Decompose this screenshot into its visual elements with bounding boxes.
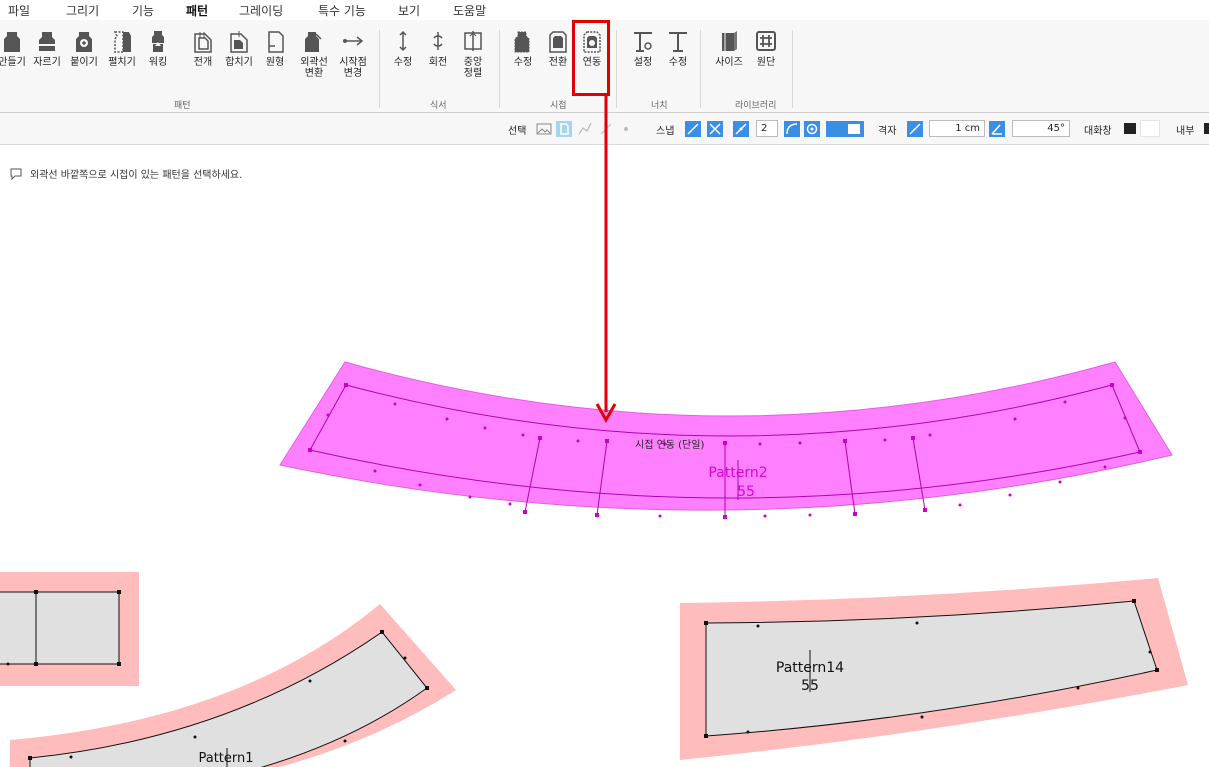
- pattern2-size: 55: [737, 484, 755, 500]
- pattern-cut-icon: [39, 32, 55, 51]
- inner-toggle[interactable]: [1204, 123, 1209, 134]
- pattern-expand-icon: [194, 32, 212, 53]
- group-label-notch: 너치: [651, 101, 668, 111]
- pattern2-piece[interactable]: Pattern2 55 시접 연동 (단일): [279, 361, 1173, 519]
- grid-label: 격자: [878, 126, 897, 137]
- pattern14-piece[interactable]: Pattern14 55: [680, 578, 1188, 760]
- grainline-rotate-button[interactable]: 회전: [418, 28, 458, 68]
- pattern-merge-icon: [230, 31, 248, 53]
- group-label-library: 라이브러리: [735, 101, 777, 111]
- seam-convert-icon: [549, 31, 567, 53]
- instruction-prompt: 외곽선 바깥쪽으로 시접이 있는 패턴을 선택하세요.: [10, 166, 242, 181]
- original-button[interactable]: 원형: [255, 28, 295, 68]
- fabric-library-button[interactable]: 원단: [746, 28, 786, 68]
- unfold-button[interactable]: 펼치기: [102, 28, 142, 68]
- arrow-right-icon: [343, 36, 364, 46]
- snap-toggle[interactable]: [826, 121, 864, 137]
- menu-special-function[interactable]: 특수 기능: [318, 2, 366, 19]
- snap-label: 스냅: [656, 126, 675, 137]
- inner-label: 내부: [1176, 126, 1195, 137]
- notch-set-icon: [634, 32, 652, 52]
- select-curve-icon[interactable]: [577, 121, 593, 137]
- menu-help[interactable]: 도움말: [453, 2, 486, 19]
- snap-center-icon[interactable]: [804, 121, 820, 137]
- group-separator: [499, 30, 500, 108]
- outline-convert-icon: [305, 32, 322, 52]
- cut-button[interactable]: 자르기: [27, 28, 67, 68]
- snap-line-icon[interactable]: [685, 121, 701, 137]
- seam-edit-button[interactable]: 수정: [503, 28, 543, 68]
- seam-edit-icon: [514, 31, 530, 53]
- highlight-box: [572, 20, 610, 96]
- pattern-walking-icon: [152, 31, 164, 52]
- angle-input[interactable]: [1012, 120, 1070, 137]
- menu-draw[interactable]: 그리기: [66, 2, 99, 19]
- dialog-color-box: [1140, 120, 1160, 137]
- speech-bubble-icon: [10, 168, 22, 180]
- seam-link-tooltip: 시접 연동 (단일): [635, 439, 704, 451]
- group-separator: [379, 30, 380, 108]
- angle-icon[interactable]: [989, 121, 1005, 137]
- center-align-button[interactable]: 중앙 정렬: [453, 28, 493, 79]
- notch-edit-button[interactable]: 수정: [658, 28, 698, 68]
- outline-convert-button[interactable]: 외곽선 변환: [294, 28, 334, 79]
- menu-function[interactable]: 기능: [132, 2, 154, 19]
- menu-file[interactable]: 파일: [8, 2, 30, 19]
- pattern2-name: Pattern2: [708, 465, 767, 481]
- select-point-icon[interactable]: [618, 121, 634, 137]
- select-pattern-icon[interactable]: [556, 121, 572, 137]
- menu-view[interactable]: 보기: [398, 2, 420, 19]
- prompt-text: 외곽선 바깥쪽으로 시접이 있는 패턴을 선택하세요.: [30, 170, 243, 181]
- dialog-label: 대화창: [1084, 126, 1112, 137]
- grainline-edit-icon: [399, 30, 407, 52]
- walking-button[interactable]: 워킹: [138, 28, 178, 68]
- pattern-create-icon: [4, 32, 20, 52]
- group-label-seam: 시접: [550, 101, 567, 111]
- group-separator: [616, 30, 617, 108]
- group-label-grainline: 식서: [430, 101, 447, 111]
- dialog-toggle[interactable]: [1124, 123, 1136, 134]
- pattern1-piece[interactable]: Pattern1: [10, 604, 456, 767]
- options-toolbar: 선택 스냅 격자 대화창 내부: [0, 113, 1209, 145]
- snap-divide-input[interactable]: [756, 120, 778, 137]
- group-label-pattern: 패턴: [174, 101, 191, 111]
- pattern1-name: Pattern1: [198, 751, 253, 766]
- grid-size-input[interactable]: [929, 120, 985, 137]
- merge-button[interactable]: 합치기: [219, 28, 259, 68]
- grid-icon: [756, 31, 776, 51]
- snap-curve-icon[interactable]: [784, 121, 800, 137]
- book-icon: [722, 31, 737, 51]
- expand-button[interactable]: 전개: [183, 28, 223, 68]
- grainline-edit-button[interactable]: 수정: [383, 28, 423, 68]
- notch-edit-icon: [669, 32, 687, 52]
- notch-set-button[interactable]: 설정: [623, 28, 663, 68]
- group-separator: [792, 30, 793, 108]
- grainline-rotate-icon: [433, 32, 443, 50]
- pattern-unfold-icon: [113, 31, 131, 53]
- left-partial-piece[interactable]: [0, 572, 139, 686]
- pattern14-size: 55: [801, 678, 819, 694]
- grid-line-icon[interactable]: [907, 121, 923, 137]
- snap-intersection-icon[interactable]: [707, 121, 723, 137]
- pattern-attach-icon: [76, 32, 92, 52]
- select-label: 선택: [508, 126, 527, 137]
- attach-button[interactable]: 붙이기: [64, 28, 104, 68]
- select-line-icon[interactable]: [598, 121, 614, 137]
- menu-grading[interactable]: 그레이딩: [239, 2, 283, 19]
- image-icon[interactable]: [536, 121, 552, 137]
- menu-bar: 파일 그리기 기능 패턴 그레이딩 특수 기능 보기 도움말: [0, 0, 1209, 23]
- snap-divide-icon[interactable]: [733, 121, 749, 137]
- pattern-original-icon: [268, 31, 284, 53]
- pattern14-name: Pattern14: [776, 660, 844, 676]
- change-start-point-button[interactable]: 시작점 변경: [333, 28, 373, 79]
- size-library-button[interactable]: 사이즈: [709, 28, 749, 68]
- menu-pattern[interactable]: 패턴: [186, 2, 209, 23]
- group-separator: [700, 30, 701, 108]
- center-align-icon: [464, 31, 482, 51]
